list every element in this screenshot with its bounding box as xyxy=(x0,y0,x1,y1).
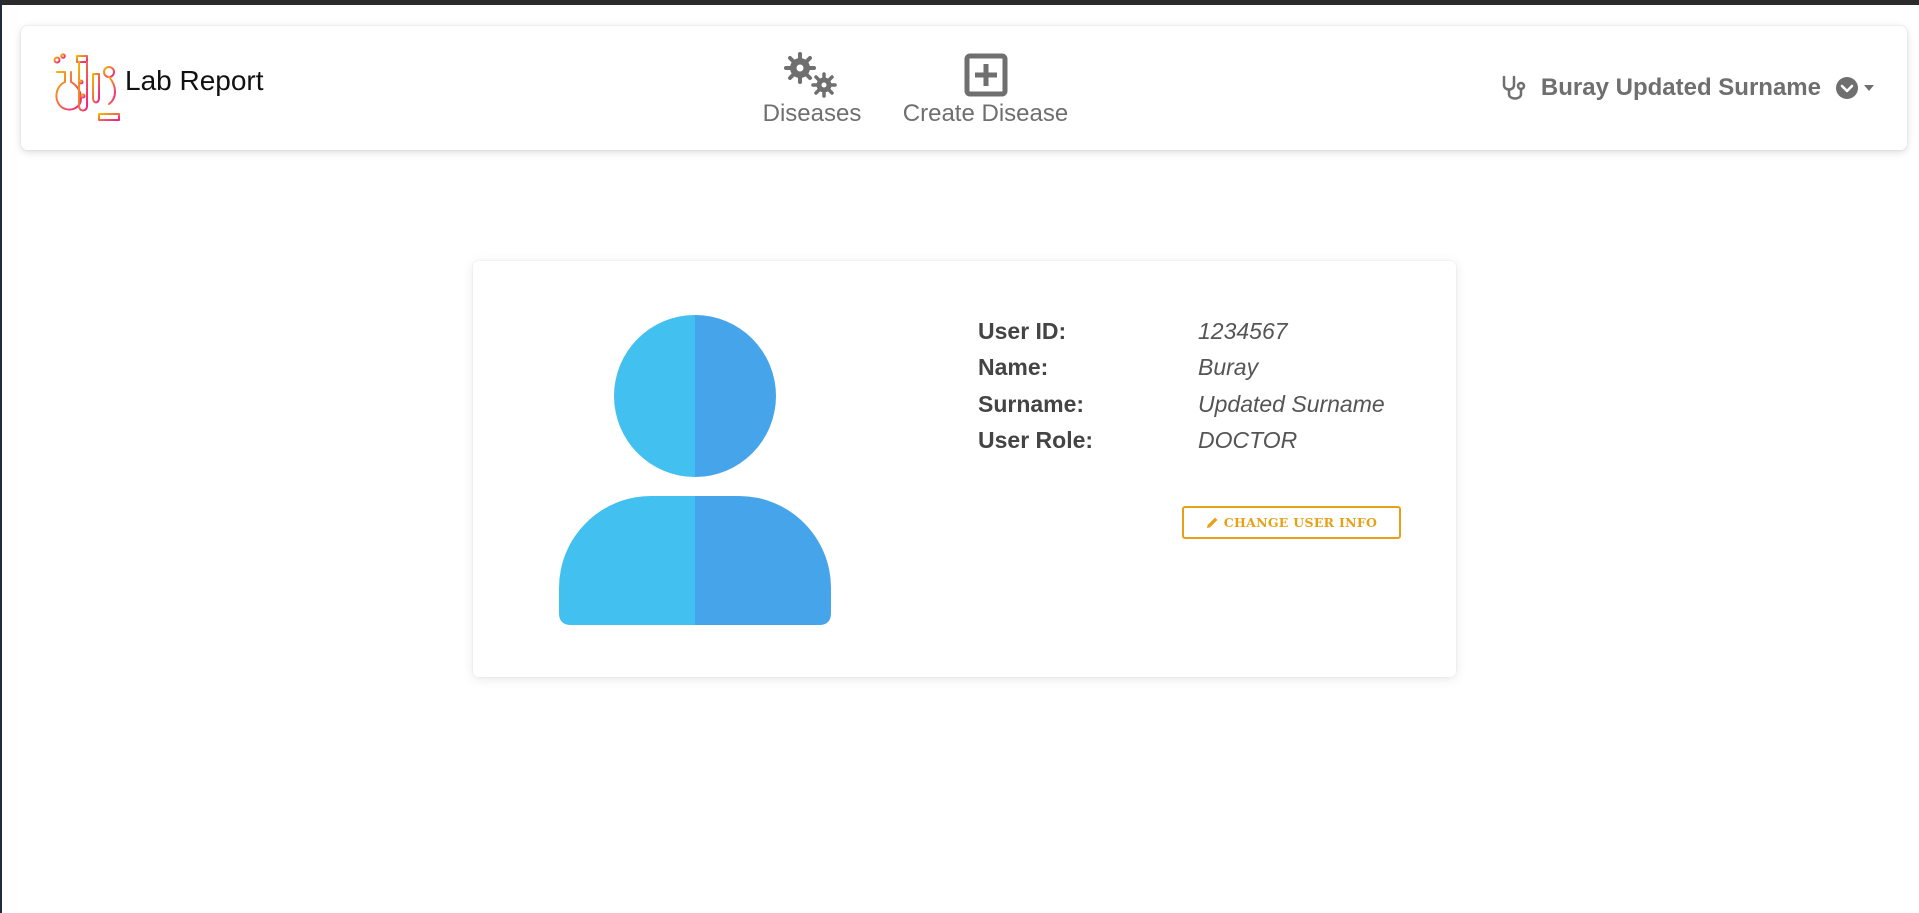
name-label: Name: xyxy=(978,354,1049,381)
user-id-label: User ID: xyxy=(978,317,1067,344)
surname-value: Updated Surname xyxy=(1198,390,1385,417)
change-user-info-button[interactable]: CHANGE USER INFO xyxy=(1182,506,1401,539)
top-navbar: Lab Report Diseases Create Disease Buray… xyxy=(21,26,1907,150)
lab-flasks-microscope-icon xyxy=(53,53,120,121)
nav-item-create-disease[interactable]: Create Disease xyxy=(893,52,1078,128)
user-profile-card: User ID: 1234567 Name: Buray Surname: Up… xyxy=(473,261,1456,677)
surname-label: Surname: xyxy=(978,390,1085,417)
stethoscope-icon xyxy=(1502,75,1526,100)
surname-row: Surname: Updated Surname xyxy=(978,386,1385,423)
name-row: Name: Buray xyxy=(978,350,1385,387)
plus-square-icon xyxy=(964,53,1007,97)
user-name: Buray Updated Surname xyxy=(1540,74,1821,101)
user-dropdown-toggle[interactable]: Buray Updated Surname xyxy=(1501,74,1875,102)
name-value: Buray xyxy=(1198,354,1259,381)
user-role-row: User Role: DOCTOR xyxy=(978,423,1385,460)
user-info-list: User ID: 1234567 Name: Buray Surname: Up… xyxy=(978,313,1385,459)
user-role-value: DOCTOR xyxy=(1198,427,1298,454)
viruses-gears-icon xyxy=(784,52,837,98)
brand-title: Lab Report xyxy=(125,65,264,96)
user-id-value: 1234567 xyxy=(1198,317,1288,344)
change-user-info-label: CHANGE USER INFO xyxy=(1223,515,1378,530)
pencil-icon xyxy=(1206,517,1218,528)
nav-item-diseases[interactable]: Diseases xyxy=(747,52,877,128)
nav-item-label: Diseases xyxy=(762,100,862,127)
user-avatar-icon xyxy=(559,315,831,625)
user-role-label: User Role: xyxy=(978,427,1094,454)
nav-item-label: Create Disease xyxy=(902,100,1069,127)
user-id-row: User ID: 1234567 xyxy=(978,313,1385,350)
chevron-circle-down-icon xyxy=(1836,77,1874,99)
brand-link[interactable]: Lab Report xyxy=(51,52,264,124)
